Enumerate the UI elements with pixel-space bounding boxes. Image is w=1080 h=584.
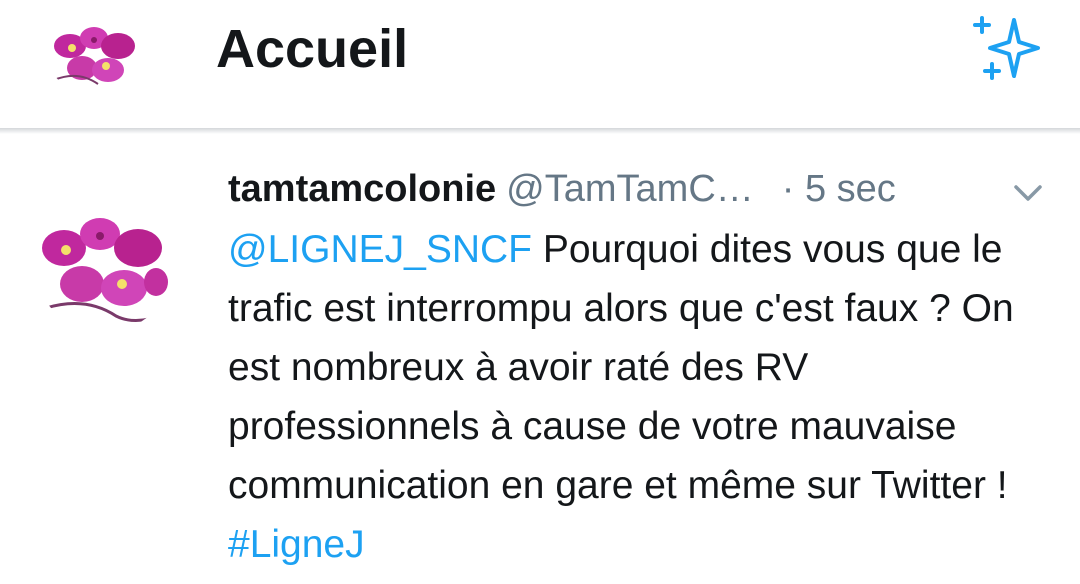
orchid-avatar-icon xyxy=(48,20,144,94)
hashtag-link[interactable]: #LigneJ xyxy=(228,523,365,566)
tweet-author-avatar[interactable] xyxy=(36,204,172,332)
tweet-item[interactable]: tamtamcolonie @TamTamC… · 5 sec @LIGNEJ_SN… xyxy=(0,134,1080,584)
sparkle-icon[interactable] xyxy=(970,12,1046,84)
author-display-name[interactable]: tamtamcolonie xyxy=(228,168,496,210)
profile-avatar[interactable] xyxy=(48,20,144,94)
orchid-avatar-icon xyxy=(36,204,172,332)
author-handle[interactable]: @TamTamC… xyxy=(506,168,754,210)
chevron-down-icon[interactable] xyxy=(1010,182,1046,204)
top-app-bar: Accueil xyxy=(0,0,1080,128)
tweet-text: @LIGNEJ_SNCF Pourquoi dites vous que le … xyxy=(228,220,1058,574)
tweet-timestamp[interactable]: · 5 sec xyxy=(782,168,896,210)
mention-link[interactable]: @LIGNEJ_SNCF xyxy=(228,228,532,271)
tweet-header: tamtamcolonie @TamTamC… · 5 sec xyxy=(228,164,1058,214)
page-title: Accueil xyxy=(216,19,409,79)
